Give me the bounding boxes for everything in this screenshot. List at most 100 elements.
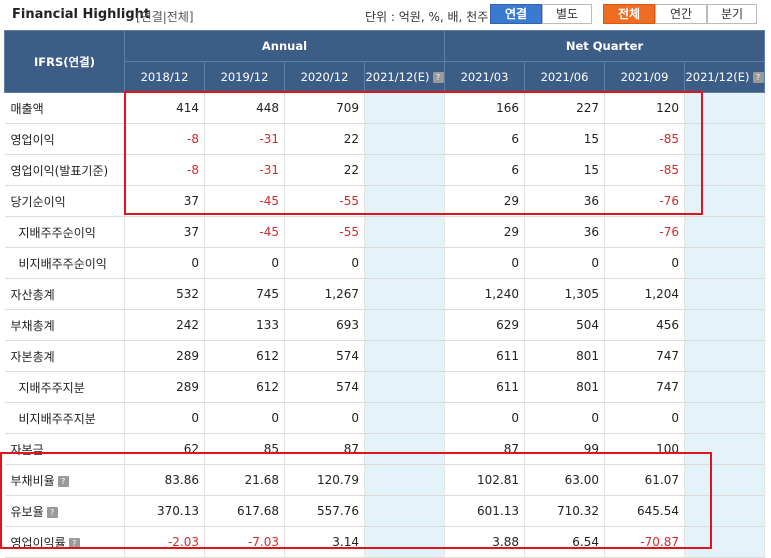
table-cell: 37 — [124, 185, 205, 217]
table-cell: 29 — [444, 185, 525, 217]
table-cell: 709 — [284, 92, 365, 124]
row-label: 영업이익률? — [4, 526, 125, 558]
table-cell: 83.86 — [124, 464, 205, 496]
table-cell: -55 — [284, 216, 365, 248]
table-cell: 710.32 — [524, 495, 605, 527]
table-cell: 120.79 — [284, 464, 365, 496]
separate-button[interactable]: 별도 — [542, 4, 592, 24]
top-bar: Financial Highlight [연결|전체] 단위 : 억원, %, … — [0, 0, 771, 30]
table-cell: 0 — [524, 247, 605, 279]
table-cell: 29 — [444, 216, 525, 248]
period-quarter-button[interactable]: 분기 — [707, 4, 757, 24]
table-cell: 414 — [124, 92, 205, 124]
table-cell: 747 — [604, 340, 685, 372]
help-icon[interactable]: ? — [752, 72, 764, 83]
row-label: 비지배주주지분 — [4, 402, 125, 434]
table-cell: 557.76 — [284, 495, 365, 527]
column-header: 2021/03 — [444, 61, 525, 93]
table-cell: -76 — [604, 185, 685, 217]
table-cell — [684, 216, 765, 248]
table-cell: 3.14 — [284, 526, 365, 558]
table-row: 당기순이익 37 -45 -55 29 36 -76 — [4, 185, 765, 217]
table-cell: 87 — [444, 433, 525, 465]
table-cell: -31 — [204, 154, 285, 186]
table-cell: 1,267 — [284, 278, 365, 310]
annual-group-header: Annual — [124, 30, 445, 62]
table-cell: 801 — [524, 371, 605, 403]
table-cell: 0 — [604, 247, 685, 279]
table-cell: 22 — [284, 123, 365, 155]
table-cell: 574 — [284, 371, 365, 403]
row-label: 유보율? — [4, 495, 125, 527]
table-cell: 37 — [124, 216, 205, 248]
table-cell — [684, 464, 765, 496]
table-cell: -45 — [204, 185, 285, 217]
table-cell: 0 — [444, 402, 525, 434]
table-row: 자산총계 532 745 1,267 1,240 1,305 1,204 — [4, 278, 765, 310]
table-cell — [364, 464, 445, 496]
column-header: 2018/12 — [124, 61, 205, 93]
table-cell — [364, 92, 445, 124]
table-cell — [364, 495, 445, 527]
table-cell — [364, 402, 445, 434]
help-icon[interactable]: ? — [432, 72, 444, 83]
table-cell: 611 — [444, 340, 525, 372]
table-cell: 0 — [524, 402, 605, 434]
table-cell: -85 — [604, 123, 685, 155]
table-cell: 133 — [204, 309, 285, 341]
table-row: 부채총계 242 133 693 629 504 456 — [4, 309, 765, 341]
table-cell: 574 — [284, 340, 365, 372]
table-cell: 15 — [524, 123, 605, 155]
section-title: Financial Highlight — [12, 7, 151, 22]
table-cell: 289 — [124, 340, 205, 372]
table-cell — [364, 154, 445, 186]
table-row: 지배주주순이익 37 -45 -55 29 36 -76 — [4, 216, 765, 248]
table-cell: 3.88 — [444, 526, 525, 558]
table-cell: 370.13 — [124, 495, 205, 527]
table-cell: 0 — [284, 402, 365, 434]
table-cell — [364, 309, 445, 341]
table-cell: 612 — [204, 340, 285, 372]
table-cell: 1,204 — [604, 278, 685, 310]
table-cell: 0 — [124, 402, 205, 434]
help-icon[interactable]: ? — [57, 475, 69, 487]
table-cell — [684, 371, 765, 403]
row-label: 부채총계 — [4, 309, 125, 341]
table-row: 영업이익(발표기준) -8 -31 22 6 15 -85 — [4, 154, 765, 186]
table-cell — [684, 402, 765, 434]
table-cell — [364, 216, 445, 248]
row-label: 비지배주주순이익 — [4, 247, 125, 279]
table-cell: 745 — [204, 278, 285, 310]
table-cell: -8 — [124, 123, 205, 155]
table-cell: 0 — [284, 247, 365, 279]
table-cell — [364, 185, 445, 217]
period-annual-button[interactable]: 연간 — [655, 4, 707, 24]
table-cell: -8 — [124, 154, 205, 186]
table-row: 지배주주지분 289 612 574 611 801 747 — [4, 371, 765, 403]
table-cell: 6 — [444, 154, 525, 186]
table-cell: -76 — [604, 216, 685, 248]
table-row: 자본금 62 85 87 87 99 100 — [4, 433, 765, 465]
table-cell: 6.54 — [524, 526, 605, 558]
table-cell — [684, 526, 765, 558]
table-row: 매출액 414 448 709 166 227 120 — [4, 92, 765, 124]
column-header: 2021/09 — [604, 61, 685, 93]
row-label: 당기순이익 — [4, 185, 125, 217]
table-cell — [684, 185, 765, 217]
help-icon[interactable]: ? — [46, 506, 58, 518]
period-all-button[interactable]: 전체 — [603, 4, 655, 24]
table-cell: 85 — [204, 433, 285, 465]
table-cell: -2.03 — [124, 526, 205, 558]
table-row: 부채비율? 83.86 21.68 120.79 102.81 63.00 61.07 — [4, 464, 765, 496]
table-cell: 601.13 — [444, 495, 525, 527]
column-header: 2021/12(E)? — [364, 61, 445, 93]
consolidated-button[interactable]: 연결 — [490, 4, 542, 24]
row-label: 매출액 — [4, 92, 125, 124]
table-cell: 693 — [284, 309, 365, 341]
help-icon[interactable]: ? — [68, 537, 80, 549]
row-label: 자본금 — [4, 433, 125, 465]
table-cell: 747 — [604, 371, 685, 403]
table-cell: 0 — [604, 402, 685, 434]
table-cell: 227 — [524, 92, 605, 124]
table-cell — [684, 154, 765, 186]
